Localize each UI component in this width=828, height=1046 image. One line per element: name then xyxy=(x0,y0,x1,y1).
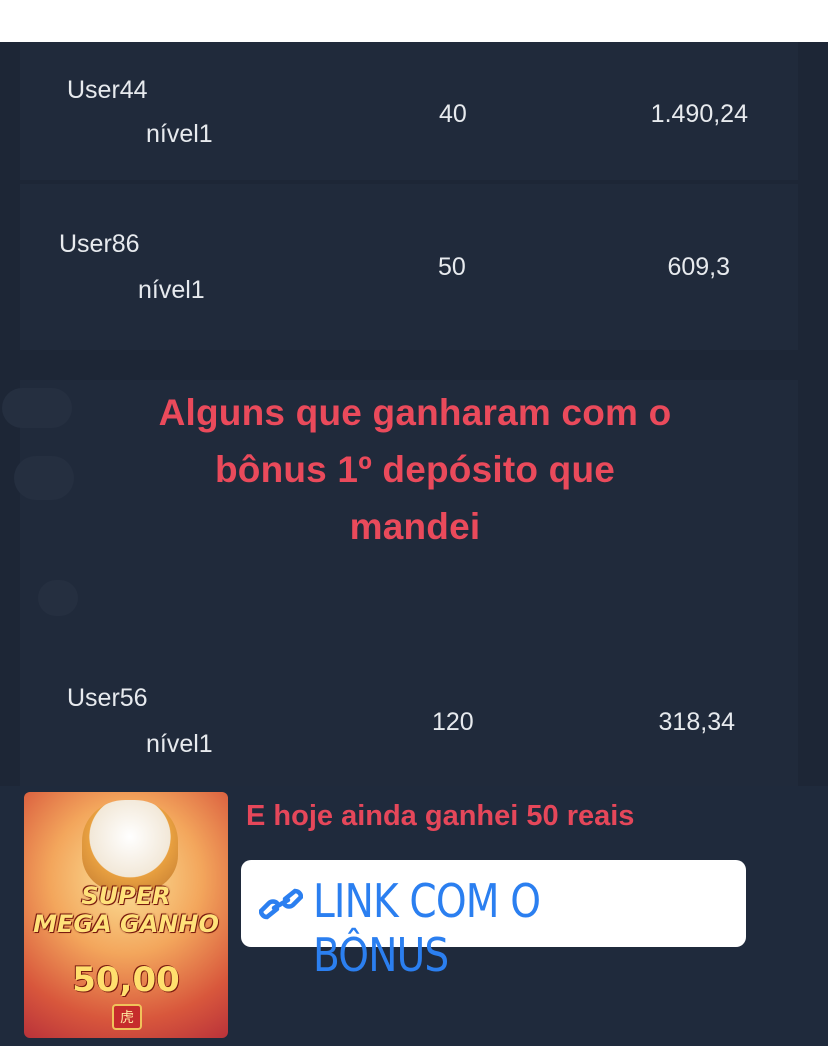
headline-line: mandei xyxy=(349,506,481,547)
user-name: User44 xyxy=(67,76,148,104)
tiger-stamp-icon: 虎 xyxy=(112,1004,142,1030)
win-amount: 609,3 xyxy=(667,253,730,281)
headline-line: Alguns que ganharam com o xyxy=(158,392,672,433)
top-white-bar xyxy=(0,0,828,42)
user-level: nível1 xyxy=(138,276,205,304)
promo-caption: E hoje ainda ganhei 50 reais xyxy=(246,800,635,832)
overlay-headline: Alguns que ganharam com o bônus 1º depós… xyxy=(40,384,790,555)
bonus-link-button[interactable]: LINK COM O BÔNUS xyxy=(241,860,746,982)
user-name: User86 xyxy=(59,230,140,258)
win-amount: 318,34 xyxy=(658,708,735,736)
bet-count: 40 xyxy=(439,100,467,128)
link-icon xyxy=(259,888,303,920)
game-win-thumbnail[interactable]: SUPER MEGA GANHO 50,00 虎 xyxy=(24,792,228,1038)
bet-count: 120 xyxy=(432,708,474,736)
headline-line: bônus 1º depósito que xyxy=(214,449,616,490)
user-level: nível1 xyxy=(146,730,213,758)
user-name: User56 xyxy=(67,684,148,712)
user-level: nível1 xyxy=(146,120,213,148)
link-label: LINK COM O BÔNUS xyxy=(313,874,541,982)
bet-count: 50 xyxy=(438,253,466,281)
win-amount: 1.490,24 xyxy=(650,100,748,128)
thumb-title: SUPER MEGA GANHO xyxy=(33,882,219,938)
redaction-blob xyxy=(38,580,78,616)
thumb-value: 50,00 xyxy=(72,960,180,1000)
tiger-mascot-icon xyxy=(82,800,178,892)
